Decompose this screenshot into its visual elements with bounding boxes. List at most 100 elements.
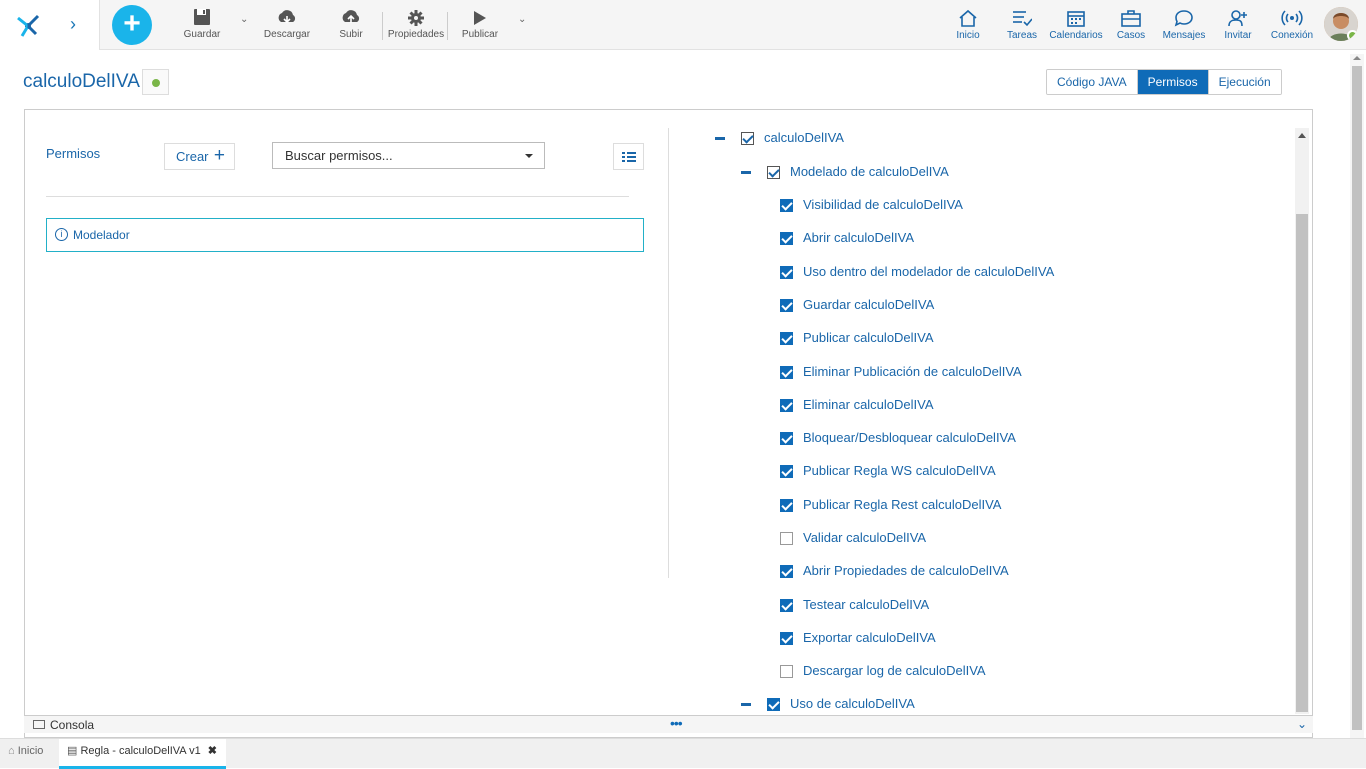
bottom-tab-bar: ⌂ Inicio ▤ Regla - calculoDelIVA v1 ✖ — [0, 738, 1366, 769]
nav-invitar[interactable]: Invitar — [1223, 7, 1253, 41]
scroll-up-icon[interactable] — [1353, 56, 1361, 60]
tree-item[interactable]: Eliminar calculoDelIVA — [780, 395, 934, 415]
broadcast-icon — [1281, 10, 1303, 26]
calendar-icon — [1067, 11, 1085, 27]
tree-group-modelado[interactable]: Modelado de calculoDelIVA — [741, 162, 949, 182]
tab-permisos[interactable]: Permisos — [1137, 70, 1209, 94]
tree-checkbox[interactable] — [767, 166, 780, 180]
tree-checkbox[interactable] — [780, 265, 793, 279]
search-placeholder: Buscar permisos... — [285, 148, 393, 163]
chevron-right-icon[interactable]: › — [70, 14, 76, 35]
close-icon[interactable]: ✖ — [208, 739, 217, 763]
chevron-down-icon[interactable]: ⌄ — [518, 14, 526, 25]
nav-mensajes-label: Mensajes — [1162, 30, 1206, 41]
console-label: Consola — [50, 718, 95, 732]
collapse-icon[interactable] — [715, 137, 725, 141]
publicar-button[interactable]: Publicar — [460, 6, 500, 40]
list-view-button[interactable] — [613, 143, 644, 170]
nav-invitar-label: Invitar — [1224, 30, 1252, 41]
tree-checkbox[interactable] — [780, 631, 793, 645]
tree-checkbox[interactable] — [780, 465, 793, 479]
nav-mensajes[interactable]: Mensajes — [1161, 7, 1207, 41]
descargar-button[interactable]: Descargar — [263, 6, 311, 40]
toolbar-divider — [447, 12, 448, 40]
tree-item[interactable]: Visibilidad de calculoDelIVA — [780, 195, 963, 215]
tab-ejecucion[interactable]: Ejecución — [1208, 70, 1281, 94]
collapse-icon[interactable] — [741, 703, 751, 707]
tree-checkbox[interactable] — [780, 365, 793, 379]
tree-item[interactable]: Testear calculoDelIVA — [780, 595, 929, 615]
tree-checkbox[interactable] — [741, 132, 754, 146]
console-bar[interactable]: Consola ••• ⌄ — [24, 715, 1313, 733]
scroll-up-icon[interactable] — [1298, 133, 1306, 138]
tree-item[interactable]: Publicar Regla WS calculoDelIVA — [780, 461, 996, 481]
tree-item[interactable]: Publicar Regla Rest calculoDelIVA — [780, 495, 1001, 515]
message-icon — [1174, 10, 1193, 27]
nav-casos-label: Casos — [1116, 30, 1146, 41]
nav-calendarios[interactable]: Calendarios — [1049, 7, 1103, 41]
tree-item[interactable]: Validar calculoDelIVA — [780, 528, 926, 548]
collapse-icon[interactable] — [741, 171, 751, 175]
tree-group-uso[interactable]: Uso de calculoDelIVA — [741, 694, 915, 714]
propiedades-button[interactable]: Propiedades — [387, 6, 445, 40]
permissions-tree: calculoDelIVA Modelado de calculoDelIVA … — [700, 124, 1295, 714]
tree-checkbox[interactable] — [780, 398, 793, 412]
modelador-item[interactable]: i Modelador — [46, 218, 644, 252]
tree-checkbox[interactable] — [780, 665, 793, 679]
page-scroll-thumb[interactable] — [1352, 66, 1362, 730]
tree-item[interactable]: Publicar calculoDelIVA — [780, 328, 934, 348]
tree-checkbox[interactable] — [780, 332, 793, 346]
tree-checkbox[interactable] — [780, 298, 793, 312]
tree-checkbox[interactable] — [780, 498, 793, 512]
app-logo[interactable]: › — [0, 0, 100, 50]
crear-label: Crear — [176, 149, 209, 164]
tree-checkbox[interactable] — [780, 532, 793, 546]
permission-search-select[interactable]: Buscar permisos... — [272, 142, 545, 169]
tree-item-label: Publicar Regla WS calculoDelIVA — [803, 463, 996, 479]
tree-checkbox[interactable] — [767, 698, 780, 712]
crear-button[interactable]: Crear + — [164, 143, 235, 170]
tree-checkbox[interactable] — [780, 232, 793, 246]
tree-item[interactable]: Bloquear/Desbloquear calculoDelIVA — [780, 428, 1016, 448]
tree-item[interactable]: Eliminar Publicación de calculoDelIVA — [780, 362, 1022, 382]
status-indicator[interactable] — [142, 69, 169, 95]
tree-item-label: Visibilidad de calculoDelIVA — [803, 197, 963, 212]
nav-tareas[interactable]: Tareas — [1005, 7, 1039, 41]
tree-checkbox[interactable] — [780, 598, 793, 612]
briefcase-icon — [1121, 10, 1141, 27]
gear-icon — [408, 10, 424, 26]
tree-checkbox[interactable] — [780, 565, 793, 579]
tree-checkbox[interactable] — [780, 199, 793, 213]
tree-item-label: Testear calculoDelIVA — [803, 596, 930, 612]
tree-item[interactable]: Descargar log de calculoDelIVA — [780, 661, 986, 681]
nav-conexion[interactable]: Conexión — [1270, 7, 1314, 41]
permisos-label: Permisos — [46, 146, 101, 161]
guardar-button[interactable]: Guardar — [182, 6, 222, 40]
tree-root[interactable]: calculoDelIVA — [715, 128, 844, 148]
create-new-button[interactable]: + — [112, 5, 152, 45]
chevron-down-icon[interactable]: ⌄ — [240, 14, 248, 25]
tab-regla[interactable]: ▤ Regla - calculoDelIVA v1 ✖ — [59, 739, 226, 769]
nav-casos[interactable]: Casos — [1116, 7, 1146, 41]
panel-divider — [668, 128, 669, 578]
tree-item[interactable]: Exportar calculoDelIVA — [780, 628, 936, 648]
tree-item[interactable]: Abrir calculoDelIVA — [780, 228, 914, 248]
tree-item[interactable]: Abrir Propiedades de calculoDelIVA — [780, 561, 1009, 581]
chevron-down-icon[interactable]: ⌄ — [1297, 715, 1307, 733]
page-title: calculoDelIVA — [23, 71, 140, 92]
tree-item[interactable]: Uso dentro del modelador de calculoDelIV… — [780, 262, 1054, 282]
tab-inicio[interactable]: ⌂ Inicio — [8, 739, 58, 769]
tab-codigo-java[interactable]: Código JAVA — [1047, 70, 1138, 94]
play-icon — [474, 11, 486, 25]
page-scrollbar[interactable] — [1350, 54, 1364, 738]
nav-inicio[interactable]: Inicio — [953, 7, 983, 41]
subir-button[interactable]: Subir — [336, 6, 366, 40]
tree-item[interactable]: Guardar calculoDelIVA — [780, 295, 934, 315]
tree-checkbox[interactable] — [780, 432, 793, 446]
tree-scroll-thumb[interactable] — [1296, 214, 1308, 712]
more-icon[interactable]: ••• — [670, 714, 683, 732]
cloud-upload-icon — [342, 10, 360, 23]
tree-scrollbar[interactable] — [1295, 128, 1309, 714]
dropdown-arrow-icon — [525, 154, 533, 158]
avatar[interactable] — [1324, 7, 1358, 41]
